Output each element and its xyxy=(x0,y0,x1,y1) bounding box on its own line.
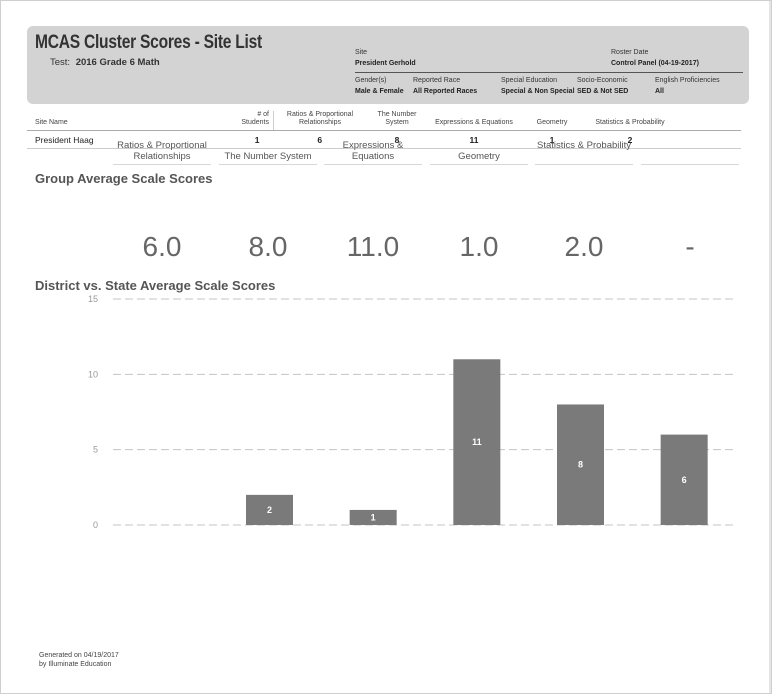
site-filter-label: Site xyxy=(355,49,368,56)
avg-label-underline xyxy=(641,164,739,165)
district-state-chart: 051015 211186 xyxy=(88,294,735,530)
report-header: MCAS Cluster Scores - Site List Test: 20… xyxy=(27,26,749,104)
ses-label: Socio-Economic xyxy=(577,77,628,84)
avg-value: - xyxy=(685,231,695,262)
col-ratios-line2: Relationships xyxy=(298,119,342,126)
avg-label: Ratios & Proportional Relationships xyxy=(113,140,211,165)
roster-date-value: Control Panel (04-19-2017) xyxy=(611,60,699,67)
y-tick-label: 5 xyxy=(93,445,98,455)
ell-value: All xyxy=(655,88,664,95)
avg-label: The Number System xyxy=(219,151,317,165)
col-ratios-line1: Ratios & Proportional xyxy=(286,111,354,118)
col-expressions: Expressions & Equations xyxy=(428,111,520,131)
test-line: Test: 2016 Grade 6 Math xyxy=(50,57,160,68)
chart-bars: 211186 xyxy=(246,359,708,525)
avg-label-underline xyxy=(535,164,633,165)
bar-data-label: 11 xyxy=(472,437,482,447)
y-tick-label: 15 xyxy=(88,294,98,304)
site-filter-value: President Gerhold xyxy=(355,60,416,67)
footer-credit: by Illuminate Education xyxy=(39,661,112,668)
chart-grid: 0 5 10 15 xyxy=(88,294,735,530)
race-label: Reported Race xyxy=(413,77,461,84)
gender-value: Male & Female xyxy=(355,88,404,95)
avg-label: Geometry xyxy=(430,151,528,165)
col-students-line2: Students xyxy=(241,119,269,126)
ell-label: English Proficiencies xyxy=(655,77,720,84)
avg-label: Statistics & Probability xyxy=(537,140,631,151)
race-value: All Reported Races xyxy=(413,88,478,95)
footer: Generated on 04/19/2017 by Illuminate Ed… xyxy=(39,651,119,669)
col-statistics: Statistics & Probability xyxy=(584,111,676,131)
bar-data-label: 1 xyxy=(371,512,376,522)
test-value: 2016 Grade 6 Math xyxy=(75,57,160,68)
header-divider xyxy=(355,72,743,73)
report-title: MCAS Cluster Scores - Site List xyxy=(35,32,262,53)
report-page: MCAS Cluster Scores - Site List Test: 20… xyxy=(0,0,772,694)
col-students: # of Students xyxy=(185,111,274,131)
y-tick-label: 10 xyxy=(88,369,98,379)
sped-label: Special Education xyxy=(501,77,558,84)
ses-value: SED & Not SED xyxy=(577,88,629,95)
avg-value: 1.0 xyxy=(459,231,499,262)
avg-value: 11.0 xyxy=(346,231,400,262)
cell-spacer xyxy=(676,130,741,149)
bar-data-label: 6 xyxy=(682,475,687,485)
y-tick-label: 0 xyxy=(93,520,98,530)
col-spacer xyxy=(676,111,741,131)
col-ratios: Ratios & Proportional Relationships xyxy=(273,111,366,131)
sped-value: Special & Non Special xyxy=(501,88,575,95)
col-students-line1: # of xyxy=(257,111,269,118)
gender-label: Gender(s) xyxy=(355,77,387,84)
group-average-title: Group Average Scale Scores xyxy=(35,171,213,186)
test-label: Test: xyxy=(50,57,71,68)
avg-label: Expressions & Equations xyxy=(324,140,422,165)
avg-value: 8.0 xyxy=(248,231,288,262)
col-geometry: Geometry xyxy=(520,111,584,131)
site-table-header-row: Site Name # of Students Ratios & Proport… xyxy=(27,111,741,131)
roster-date-label: Roster Date xyxy=(611,49,649,56)
footer-generated: Generated on 04/19/2017 xyxy=(39,652,119,659)
avg-value: 2.0 xyxy=(564,231,604,262)
col-number-system: The Number System xyxy=(366,111,428,131)
col-site-name: Site Name xyxy=(27,111,185,131)
bar-data-label: 2 xyxy=(267,505,272,515)
avg-value: 6.0 xyxy=(142,231,182,262)
cell-expressions: 11 xyxy=(428,130,520,149)
bar-data-label: 8 xyxy=(578,460,583,470)
group-average-row: Ratios & Proportional Relationships 6.0 … xyxy=(113,140,739,262)
